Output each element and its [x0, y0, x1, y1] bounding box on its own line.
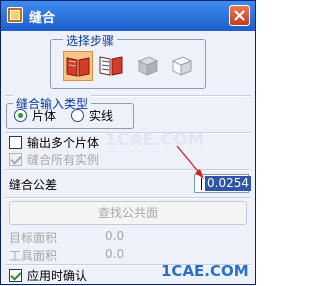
target-area-label: 目标面积 — [9, 231, 58, 245]
find-common-faces-button[interactable]: 查找公共面 — [9, 201, 247, 225]
confirm-apply-label: 应用时确认 — [27, 269, 88, 283]
separator — [5, 197, 251, 199]
tool-area-label: 工具面积 — [9, 249, 58, 263]
stitch-dialog: 缝合 选择步骤 缝合输入类型 片体 实线 1CAE.COM 输出多个片体 缝合所… — [0, 0, 256, 285]
tool-area-value: 0.0 — [105, 247, 125, 261]
target-area-value: 0.0 — [105, 229, 125, 243]
watermark-corner: 1CAE.COM — [161, 262, 249, 280]
confirm-apply-checkbox[interactable] — [9, 269, 22, 282]
